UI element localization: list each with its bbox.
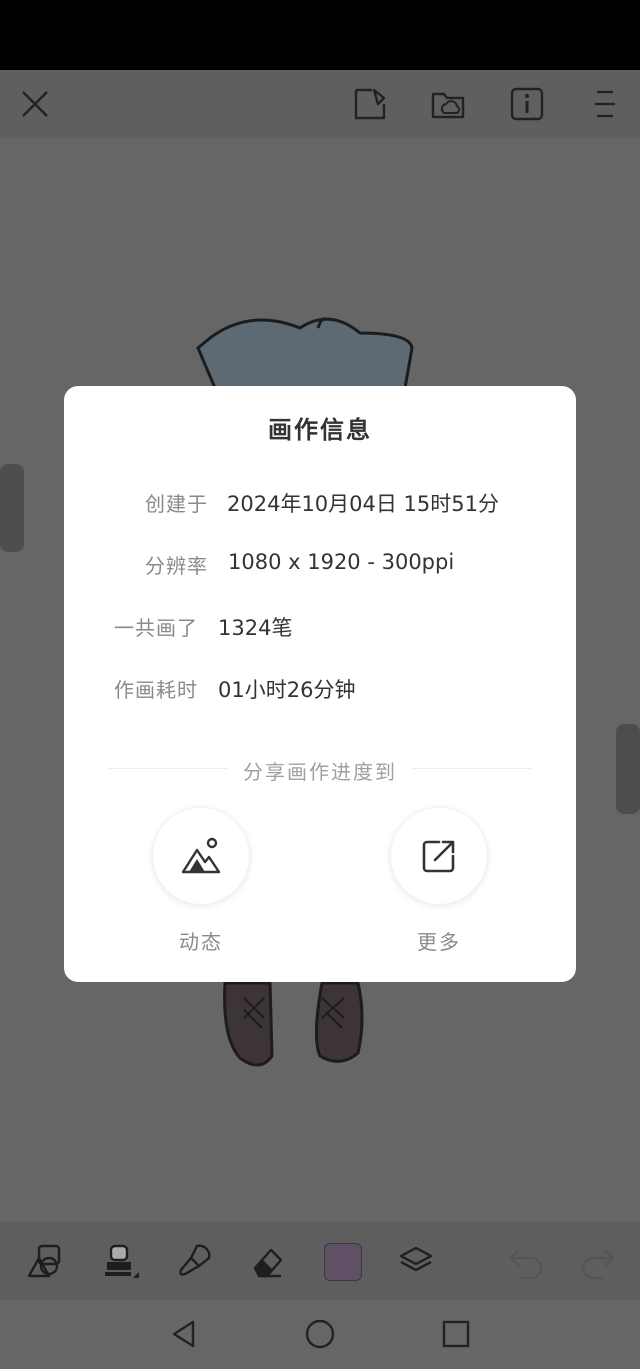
info-value: 1324笔 <box>218 616 293 640</box>
share-more-label: 更多 <box>417 930 461 954</box>
layers-icon[interactable] <box>396 1241 436 1281</box>
share-moments-label: 动态 <box>179 930 223 954</box>
info-row-duration: 作画耗时 01小时26分钟 <box>64 666 576 706</box>
menu-icon[interactable] <box>585 84 625 124</box>
bottom-toolbar <box>0 1222 640 1300</box>
home-icon[interactable] <box>302 1316 338 1352</box>
info-icon[interactable] <box>507 84 547 124</box>
artwork-info-dialog: 画作信息 创建于 2024年10月04日 15时51分 分辨率 1080 x 1… <box>64 386 576 982</box>
brush-icon[interactable] <box>100 1241 140 1281</box>
info-label: 一共画了 <box>114 616 198 640</box>
recents-icon[interactable] <box>438 1316 474 1352</box>
share-more-button[interactable] <box>391 808 487 904</box>
dialog-title: 画作信息 <box>268 416 372 444</box>
info-label: 分辨率 <box>145 554 208 578</box>
info-value: 2024年10月04日 15时51分 <box>227 492 500 516</box>
info-label: 作画耗时 <box>114 678 198 702</box>
redo-icon[interactable] <box>578 1241 618 1281</box>
info-row-created: 创建于 2024年10月04日 15时51分 <box>64 480 576 520</box>
share-section-title: 分享画作进度到 <box>243 760 397 784</box>
export-image-icon[interactable] <box>350 84 390 124</box>
right-slider-handle[interactable] <box>616 724 640 814</box>
top-bar <box>0 70 640 138</box>
info-label: 创建于 <box>145 492 208 516</box>
color-swatch[interactable] <box>324 1243 362 1281</box>
close-icon[interactable] <box>15 84 55 124</box>
mountain-image-icon <box>181 837 221 874</box>
status-bar <box>0 0 640 70</box>
cloud-folder-icon[interactable] <box>428 84 468 124</box>
info-row-strokes: 一共画了 1324笔 <box>64 604 576 644</box>
shape-icon[interactable] <box>24 1241 64 1281</box>
info-value: 01小时26分钟 <box>218 678 356 702</box>
share-moments-button[interactable] <box>153 808 249 904</box>
info-row-resolution: 分辨率 1080 x 1920 - 300ppi <box>64 542 576 582</box>
eraser-icon[interactable] <box>248 1241 288 1281</box>
system-nav-bar <box>0 1300 640 1369</box>
left-slider-handle[interactable] <box>0 464 24 552</box>
back-icon[interactable] <box>166 1316 202 1352</box>
smudge-icon[interactable] <box>174 1241 214 1281</box>
external-share-icon <box>422 840 455 873</box>
info-value: 1080 x 1920 - 300ppi <box>228 550 455 574</box>
undo-icon[interactable] <box>506 1241 546 1281</box>
